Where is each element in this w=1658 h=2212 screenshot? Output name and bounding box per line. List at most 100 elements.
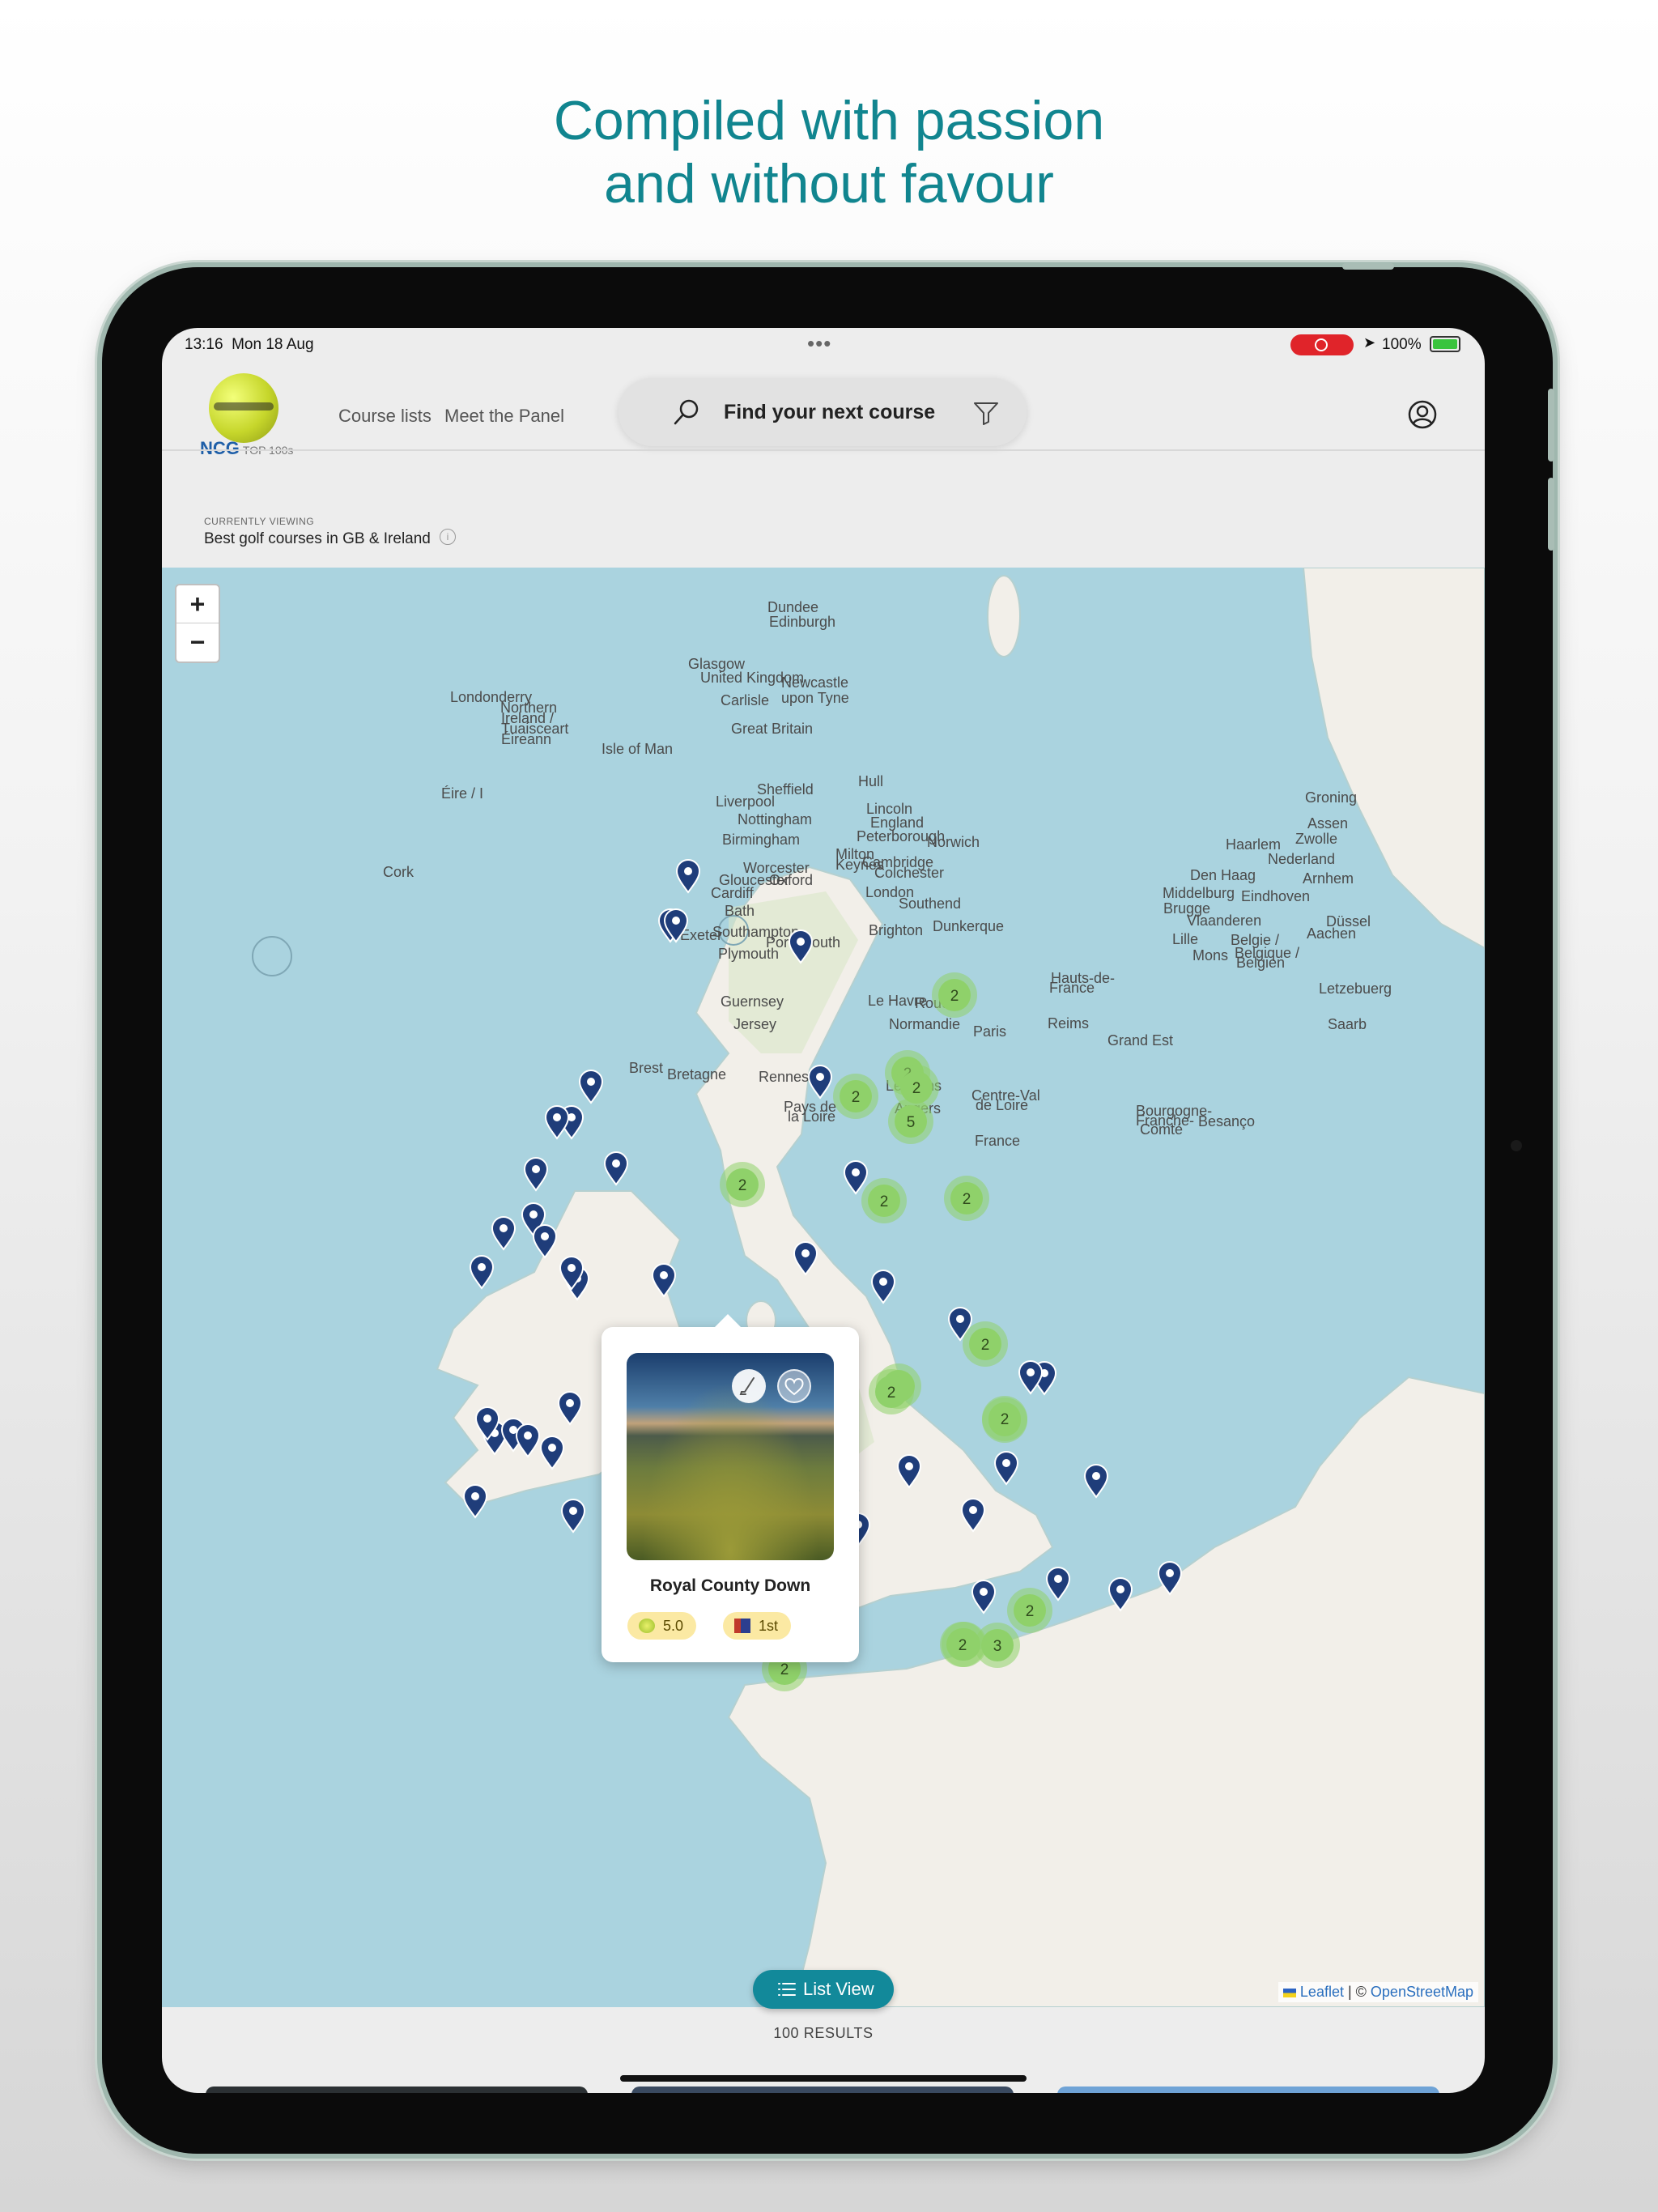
course-marker-dot <box>1166 1569 1174 1577</box>
course-marker-icon[interactable] <box>462 1484 488 1519</box>
map-label: Edinburgh <box>769 614 835 630</box>
course-marker-icon[interactable] <box>843 1160 869 1195</box>
course-marker-icon[interactable] <box>544 1105 570 1140</box>
map-label: Great Britain <box>731 721 813 737</box>
course-marker-icon[interactable] <box>523 1157 549 1192</box>
course-popup[interactable]: Royal County Down 5.0 1st <box>602 1314 859 1662</box>
course-marker-icon[interactable] <box>870 1270 896 1304</box>
map-label: Nottingham <box>738 811 812 827</box>
cluster-count: 2 <box>1026 1603 1035 1620</box>
map-label: France <box>1049 980 1095 996</box>
flag-icon <box>734 1619 750 1633</box>
map-label: Belgien <box>1236 955 1285 971</box>
app-logo[interactable]: NCG TOP 100s <box>200 438 293 459</box>
map-label: Cardiff <box>711 885 755 901</box>
course-marker-icon[interactable] <box>807 1065 833 1100</box>
course-marker-icon[interactable] <box>469 1255 495 1290</box>
home-indicator[interactable] <box>620 2075 1027 2082</box>
list-view-button[interactable]: List View <box>753 1970 894 2009</box>
course-card[interactable] <box>631 2087 1014 2093</box>
map-label: Éire / I <box>441 785 483 802</box>
course-card[interactable] <box>1057 2087 1439 2093</box>
nav-meet-panel[interactable]: Meet the Panel <box>444 406 564 427</box>
golf-club-icon <box>739 1377 755 1395</box>
map-label: Assen <box>1307 815 1348 832</box>
course-marker-icon[interactable] <box>603 1151 629 1186</box>
power-button <box>1342 263 1394 270</box>
course-marker-icon[interactable] <box>1045 1567 1071 1602</box>
filter-icon[interactable] <box>973 401 999 425</box>
map-label: Colchester <box>874 865 944 881</box>
course-card[interactable] <box>206 2087 588 2093</box>
course-marker-icon[interactable] <box>560 1499 586 1534</box>
map-label: la Loire <box>788 1108 835 1125</box>
logo-golf-ball-icon[interactable] <box>209 373 278 443</box>
list-icon <box>778 1983 796 1996</box>
course-marker-dot <box>1002 1459 1010 1467</box>
course-marker-dot <box>532 1165 540 1173</box>
map-label: Saarb <box>1328 1016 1367 1032</box>
map-label: upon Tyne <box>781 690 849 706</box>
course-marker-icon[interactable] <box>993 1451 1019 1486</box>
battery-icon <box>1430 336 1460 352</box>
map-label: Carlisle <box>721 692 769 708</box>
course-marker-dot <box>852 1168 860 1176</box>
map-label: Liverpool <box>716 793 775 810</box>
map-label: Éireann <box>501 731 551 747</box>
course-marker-icon[interactable] <box>491 1216 517 1251</box>
map-label: Bretagne <box>667 1066 726 1083</box>
map-label: Brighton <box>869 922 923 938</box>
headline: Compiled with passion and without favour <box>0 89 1658 215</box>
course-marker-dot <box>905 1462 913 1470</box>
map-label: Jersey <box>733 1016 776 1032</box>
course-marker-dot <box>672 917 680 925</box>
list-view-label: List View <box>803 1979 874 1999</box>
status-bar: 13:16 Mon 18 Aug ••• ➤ 100% <box>162 328 1485 357</box>
course-marker-icon[interactable] <box>1018 1360 1044 1395</box>
course-photo[interactable] <box>627 1353 834 1560</box>
course-marker-dot <box>956 1315 964 1323</box>
course-marker-icon[interactable] <box>971 1580 997 1614</box>
map-label: de Loire <box>976 1097 1028 1113</box>
course-marker-dot <box>548 1444 556 1452</box>
nav-course-lists[interactable]: Course lists <box>338 406 432 427</box>
map-label: Dunkerque <box>933 918 1004 934</box>
map-label: Aachen <box>1307 925 1356 942</box>
zoom-control: + − <box>175 584 220 663</box>
course-marker-dot <box>801 1249 810 1257</box>
map-label: Vlaanderen <box>1187 912 1261 929</box>
course-marker-dot <box>879 1278 887 1286</box>
leaflet-link[interactable]: Leaflet <box>1300 1984 1344 2000</box>
zoom-in-button[interactable]: + <box>176 585 219 623</box>
map-label: Paris <box>973 1023 1006 1040</box>
results-count: 100 RESULTS <box>773 2025 874 2041</box>
currently-viewing-label: CURRENTLY VIEWING <box>204 516 315 527</box>
map-label: Oxford <box>769 872 813 888</box>
multitask-dots-icon[interactable]: ••• <box>807 331 831 356</box>
course-marker-icon[interactable] <box>675 859 701 894</box>
course-marker-dot <box>797 938 805 946</box>
course-marker-dot <box>553 1113 561 1121</box>
screen: 13:16 Mon 18 Aug ••• ➤ 100% NCG TOP 100s … <box>162 328 1485 2093</box>
attribution-separator: | © <box>1343 1984 1371 2000</box>
course-marker-dot <box>1027 1368 1035 1376</box>
map-label: Letzebuerg <box>1319 981 1392 997</box>
map-attribution: Leaflet | © OpenStreetMap <box>1278 1982 1478 2002</box>
cluster-count: 2 <box>950 988 959 1005</box>
course-marker-dot <box>478 1263 486 1271</box>
account-icon[interactable] <box>1407 399 1438 430</box>
osm-link[interactable]: OpenStreetMap <box>1371 1984 1473 2000</box>
info-icon[interactable]: i <box>440 529 456 545</box>
played-button[interactable] <box>732 1369 766 1403</box>
map-label: Den Haag <box>1190 867 1256 883</box>
map-label: Bath <box>725 903 755 919</box>
course-marker-dot <box>1116 1585 1124 1593</box>
favourite-button[interactable] <box>777 1369 811 1403</box>
map[interactable]: BergenRogalandAlba / ScotlandAberdeenDun… <box>162 568 1485 2007</box>
zoom-out-button[interactable]: − <box>176 623 219 661</box>
course-marker-icon[interactable] <box>578 1070 604 1104</box>
course-marker-icon[interactable] <box>1083 1464 1109 1499</box>
course-marker-dot <box>660 1271 668 1279</box>
search-button[interactable]: Find your next course <box>619 378 1027 446</box>
map-label: Brest <box>629 1060 663 1076</box>
